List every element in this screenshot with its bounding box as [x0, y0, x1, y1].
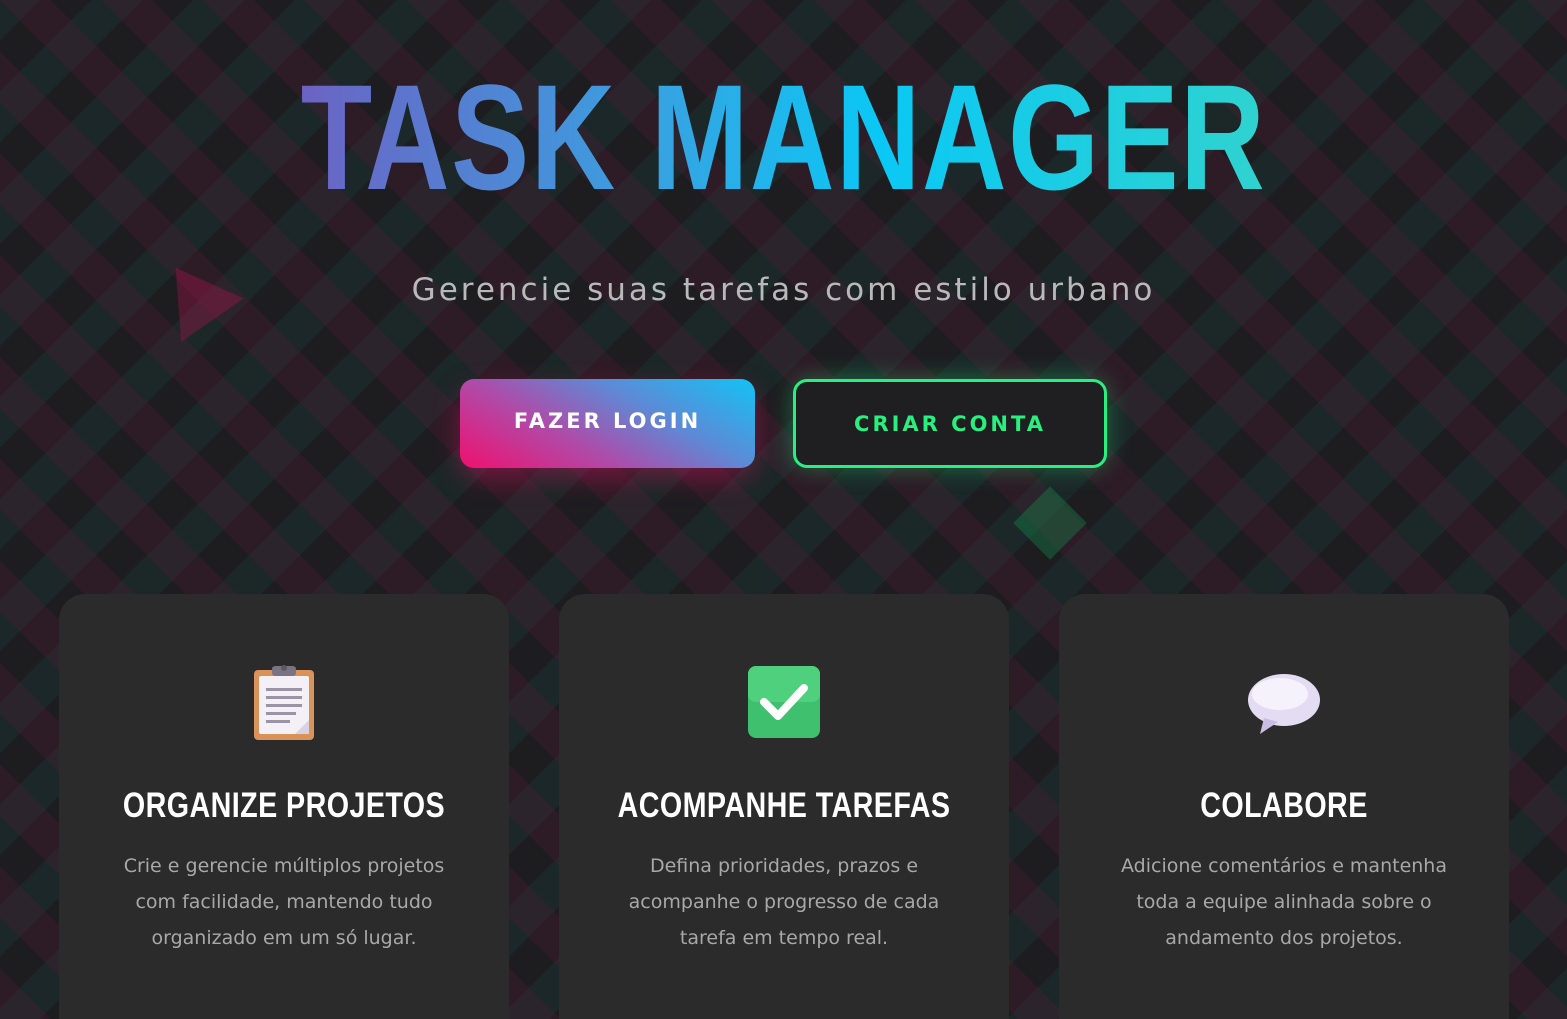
- page-title: TASK MANAGER: [172, 62, 1394, 212]
- speech-bubble-icon: [1246, 664, 1322, 742]
- feature-card-title: COLABORE: [1200, 786, 1368, 825]
- page-title-text: TASK MANAGER: [300, 53, 1267, 221]
- landing-page: TASK MANAGER Gerencie suas tarefas com e…: [0, 0, 1567, 1019]
- feature-card-description: Adicione comentários e mantenha toda a e…: [1121, 855, 1447, 949]
- feature-card-tasks: ACOMPANHE TAREFAS Defina prioridades, pr…: [559, 594, 1009, 1019]
- clipboard-icon: [246, 664, 322, 742]
- decorative-diamond: [1013, 486, 1087, 560]
- login-button-label: FAZER LOGIN: [513, 408, 702, 433]
- feature-card-projects: ORGANIZE PROJETOS Crie e gerencie múltip…: [59, 594, 509, 1019]
- feature-card-collaborate: COLABORE Adicione comentários e mantenha…: [1059, 594, 1509, 1019]
- check-mark-icon: [746, 664, 822, 742]
- login-button[interactable]: FAZER LOGIN: [460, 379, 755, 468]
- create-account-button[interactable]: CRIAR CONTA: [793, 379, 1107, 468]
- feature-card-title: ORGANIZE PROJETOS: [122, 786, 446, 825]
- feature-card-description: Crie e gerencie múltiplos projetos com f…: [123, 855, 445, 949]
- create-account-button-label: CRIAR CONTA: [854, 411, 1046, 436]
- feature-card-description: Defina prioridades, prazos e acompanhe o…: [628, 855, 940, 949]
- page-subtitle: Gerencie suas tarefas com estilo urbano: [411, 272, 1156, 308]
- feature-card-title: ACOMPANHE TAREFAS: [617, 786, 951, 825]
